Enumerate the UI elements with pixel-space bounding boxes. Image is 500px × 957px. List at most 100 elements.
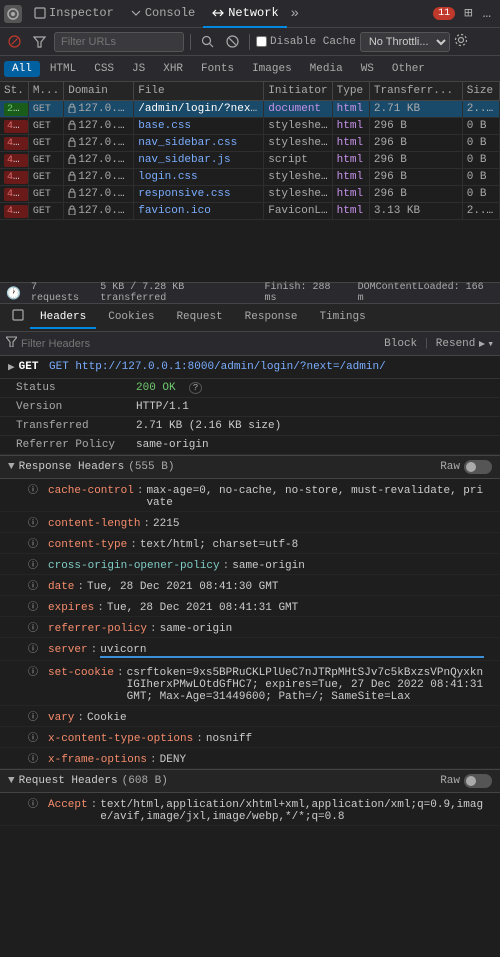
cell-size: 0 B <box>462 186 499 203</box>
filter-urls-input[interactable] <box>54 32 184 52</box>
response-headers-raw[interactable]: Raw <box>440 460 492 474</box>
cell-type: html <box>332 118 369 135</box>
header-info-icon[interactable]: ⓘ <box>28 535 42 551</box>
header-info-icon[interactable]: ⓘ <box>28 708 42 724</box>
table-row[interactable]: 404 GET 127.0... nav_sidebar.js script h… <box>0 152 500 169</box>
header-info-icon[interactable]: ⓘ <box>28 750 42 766</box>
block-requests-button[interactable] <box>222 33 243 50</box>
cell-initiator: stylesheet <box>264 186 332 203</box>
cell-type: html <box>332 101 369 118</box>
request-url: GET http://127.0.0.1:8000/admin/login/?n… <box>49 361 386 373</box>
table-row[interactable]: 404 GET 127.0... favicon.ico FaviconL...… <box>0 203 500 220</box>
table-row[interactable]: 404 GET 127.0... base.css stylesheet htm… <box>0 118 500 135</box>
tab-console[interactable]: Console <box>122 0 203 28</box>
tab-network[interactable]: Network <box>203 0 286 28</box>
separator-1 <box>190 34 191 50</box>
header-info-icon[interactable]: ⓘ <box>28 514 42 530</box>
table-row[interactable]: 200 GET 127.0... /admin/login/?next=/adm… <box>0 101 500 118</box>
cell-transfer: 296 B <box>369 135 462 152</box>
referrer-row: Referrer Policy same-origin <box>0 436 500 455</box>
filter-tab-all[interactable]: All <box>4 61 40 77</box>
col-transfer: Transferr... <box>369 82 462 101</box>
network-request-table[interactable]: St. M... Domain File Initiator Type Tran… <box>0 82 500 282</box>
col-size: Size <box>462 82 499 101</box>
detail-tab-response[interactable]: Response <box>235 307 308 329</box>
cell-file: nav_sidebar.css <box>134 135 264 152</box>
status-help-icon[interactable]: ? <box>189 382 202 394</box>
more-tabs-btn[interactable]: » <box>287 6 303 22</box>
cell-file: base.css <box>134 118 264 135</box>
response-header-row: ⓘ content-length : 2215 <box>0 512 500 533</box>
cell-domain: 127.0... <box>64 135 134 152</box>
request-headers-section[interactable]: ▼ Request Headers (608 B) Raw <box>0 769 500 793</box>
cell-initiator: stylesheet <box>264 169 332 186</box>
tab-inspector[interactable]: Inspector <box>26 0 122 28</box>
table-row[interactable]: 404 GET 127.0... nav_sidebar.css stylesh… <box>0 135 500 152</box>
version-value: HTTP/1.1 <box>136 401 189 413</box>
response-headers-raw-toggle[interactable] <box>464 460 492 474</box>
cell-type: html <box>332 152 369 169</box>
filter-tab-css[interactable]: CSS <box>86 61 122 77</box>
disable-cache-label[interactable]: Disable Cache <box>256 36 356 48</box>
finish-time: Finish: 288 ms <box>265 282 348 304</box>
header-info-icon[interactable]: ⓘ <box>28 598 42 614</box>
cell-transfer: 296 B <box>369 186 462 203</box>
header-info-icon[interactable]: ⓘ <box>28 640 42 656</box>
transferred-row: Transferred 2.71 KB (2.16 KB size) <box>0 417 500 436</box>
cell-domain: 127.0... <box>64 152 134 169</box>
window-mode-btn[interactable]: ⊞ <box>459 5 477 22</box>
block-button[interactable]: Block <box>384 338 417 350</box>
status-value: 200 OK ? <box>136 382 202 394</box>
header-info-icon[interactable]: ⓘ <box>28 619 42 635</box>
filter-headers-input[interactable] <box>21 338 380 350</box>
clear-log-button[interactable] <box>4 33 25 50</box>
response-headers-section[interactable]: ▼ Response Headers (555 B) Raw <box>0 455 500 479</box>
request-headers-list: ⓘ Accept : text/html,application/xhtml+x… <box>0 793 500 826</box>
cell-domain: 127.0... <box>64 101 134 118</box>
disable-cache-checkbox[interactable] <box>256 36 267 47</box>
cell-size: 2.... <box>462 101 499 118</box>
network-settings-button[interactable] <box>454 33 468 50</box>
request-headers-raw[interactable]: Raw <box>440 774 492 788</box>
filter-tab-html[interactable]: HTML <box>42 61 84 77</box>
cell-type: html <box>332 186 369 203</box>
throttle-select[interactable]: No Throttli... <box>360 32 450 52</box>
detail-tab-bar: Headers Cookies Request Response Timings <box>0 304 500 332</box>
detail-tab-headers[interactable]: Headers <box>30 307 96 329</box>
version-row: Version HTTP/1.1 <box>0 398 500 417</box>
header-info-icon[interactable]: ⓘ <box>28 577 42 593</box>
resend-button[interactable]: Resend ▾ <box>436 337 494 351</box>
more-options-btn[interactable]: … <box>478 6 496 22</box>
filter-tab-other[interactable]: Other <box>384 61 433 77</box>
cell-method: GET <box>28 135 63 152</box>
clock-icon: 🕐 <box>6 286 21 301</box>
detail-tab-cookies[interactable]: Cookies <box>98 307 164 329</box>
table-row[interactable]: 404 GET 127.0... login.css stylesheet ht… <box>0 169 500 186</box>
request-headers-raw-toggle[interactable] <box>464 774 492 788</box>
filter-tab-fonts[interactable]: Fonts <box>193 61 242 77</box>
cell-status: 404 <box>0 118 28 135</box>
filter-tab-images[interactable]: Images <box>244 61 300 77</box>
header-info-icon[interactable]: ⓘ <box>28 556 42 572</box>
table-row[interactable]: 404 GET 127.0... responsive.css styleshe… <box>0 186 500 203</box>
header-info-icon[interactable]: ⓘ <box>28 729 42 745</box>
request-url-row: ▶ GET GET http://127.0.0.1:8000/admin/lo… <box>0 356 500 379</box>
detail-tab-request[interactable]: Request <box>166 307 232 329</box>
filter-tab-js[interactable]: JS <box>124 61 153 77</box>
header-info-icon[interactable]: ⓘ <box>28 663 42 679</box>
cell-domain: 127.0... <box>64 169 134 186</box>
filter-tab-media[interactable]: Media <box>302 61 351 77</box>
filter-tab-ws[interactable]: WS <box>353 61 382 77</box>
header-info-icon[interactable]: ⓘ <box>28 481 42 497</box>
response-header-row: ⓘ vary : Cookie <box>0 706 500 727</box>
detail-tab-checkbox[interactable] <box>8 309 28 327</box>
filter-toggle-button[interactable] <box>29 33 50 50</box>
error-badge: 11 <box>433 7 455 20</box>
filter-tab-xhr[interactable]: XHR <box>155 61 191 77</box>
transferred-label: Transferred <box>16 420 136 432</box>
search-button[interactable] <box>197 33 218 50</box>
expand-icon[interactable]: ▶ <box>8 360 15 374</box>
header-info-icon[interactable]: ⓘ <box>28 795 42 811</box>
cell-size: 0 B <box>462 135 499 152</box>
detail-tab-timings[interactable]: Timings <box>309 307 375 329</box>
